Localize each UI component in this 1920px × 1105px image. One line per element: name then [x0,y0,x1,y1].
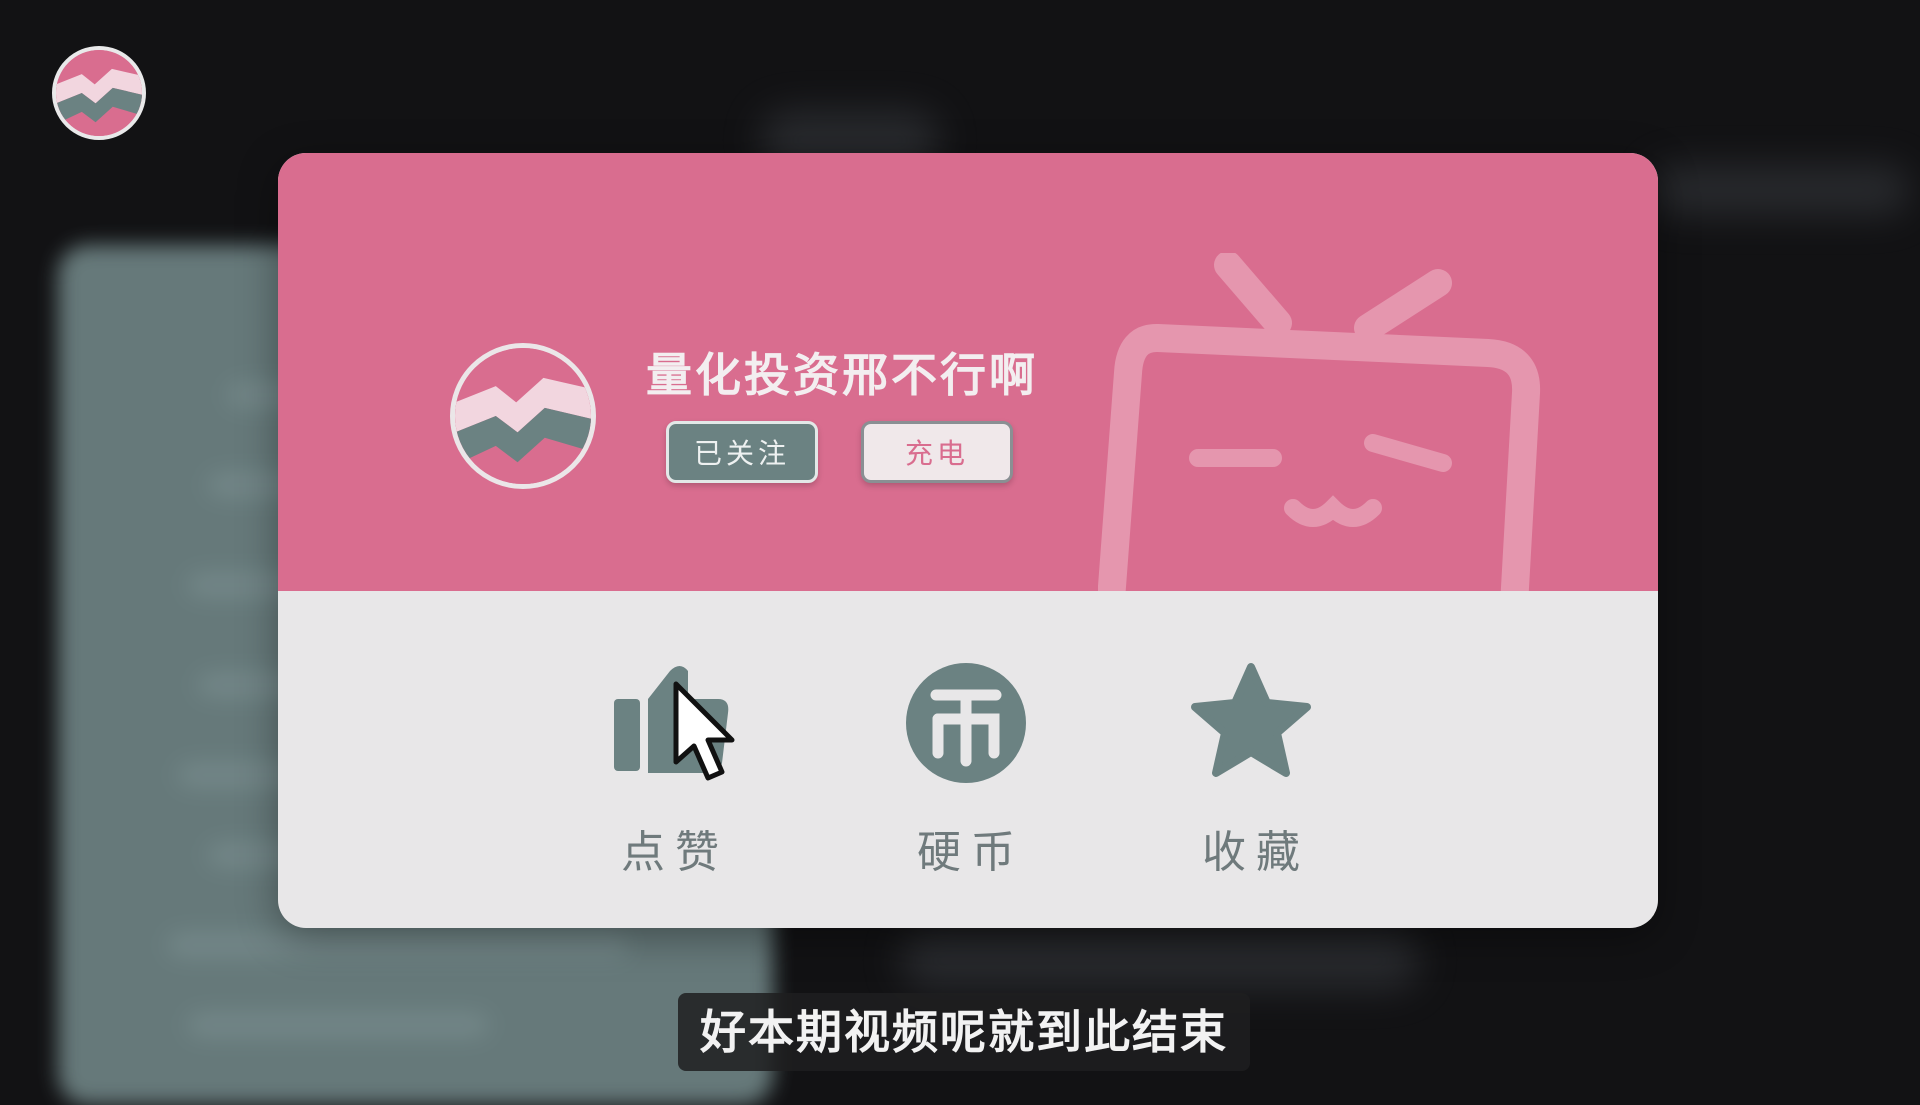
video-subtitle: 好本期视频呢就到此结束 [678,993,1250,1071]
background-blur [900,930,1420,990]
follow-button[interactable]: 已关注 [666,421,818,483]
coin-icon [906,663,1026,783]
action-bar: 点赞 硬币 收藏 [278,591,1658,928]
bilibili-tv-mascot-icon [1098,253,1541,591]
charge-button[interactable]: 充电 [861,421,1013,483]
star-icon [1191,663,1311,777]
uploader-name[interactable]: 量化投资邢不行啊 [646,339,1038,405]
end-screen-card: 量化投资邢不行啊 已关注 充电 点赞 硬币 收藏 [278,153,1658,928]
card-header: 量化投资邢不行啊 已关注 充电 [278,153,1658,591]
mouse-pointer-icon [673,681,735,781]
coin-button[interactable]: 硬币 [876,661,1056,881]
background-blur [1650,165,1910,215]
favorite-button[interactable]: 收藏 [1161,661,1341,881]
favorite-label: 收藏 [1202,827,1310,878]
channel-watermark-logo [52,46,146,140]
like-label: 点赞 [621,827,729,878]
uploader-avatar[interactable] [450,343,596,489]
coin-label: 硬币 [917,827,1025,878]
